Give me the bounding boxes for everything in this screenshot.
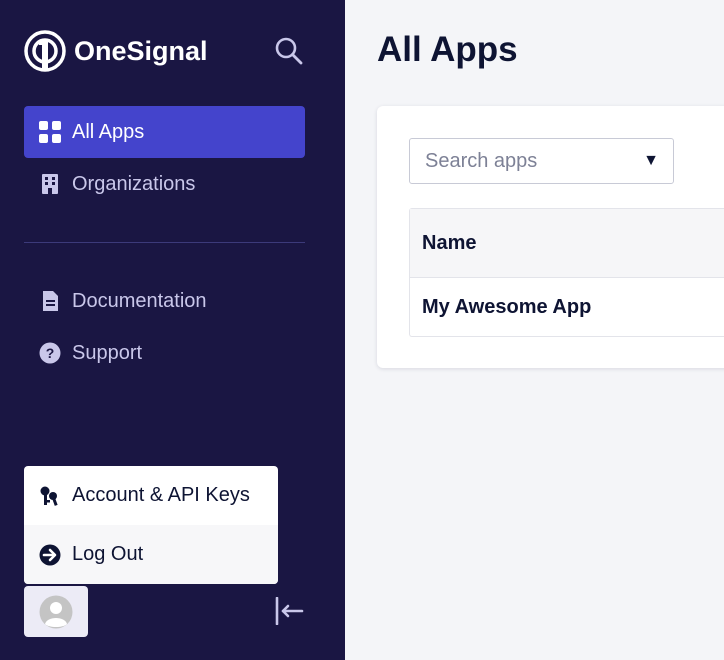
caret-down-icon: ▼ (643, 152, 659, 169)
sidebar-item-organizations[interactable]: Organizations (24, 158, 305, 210)
brand-name: OneSignal (74, 35, 208, 66)
collapse-icon (275, 596, 304, 626)
sidebar-divider (24, 242, 305, 243)
apps-card: ▼ Name My Awesome App (377, 106, 724, 368)
search-apps-input[interactable] (423, 148, 637, 174)
sidebar-item-support[interactable]: ? Support (24, 327, 305, 379)
document-icon (39, 290, 61, 312)
menu-item-label: Log Out (72, 543, 144, 565)
avatar-icon (39, 595, 73, 628)
building-icon (39, 173, 61, 195)
svg-text:?: ? (46, 345, 55, 361)
sidebar-item-label: Support (72, 341, 143, 364)
brand-logo[interactable]: OneSignal (24, 30, 208, 72)
app-name-cell[interactable]: My Awesome App (422, 296, 591, 319)
collapse-sidebar-button[interactable] (274, 596, 304, 626)
sidebar-item-label: Documentation (72, 289, 207, 312)
table-row[interactable]: My Awesome App (410, 278, 724, 336)
sidebar-item-label: Organizations (72, 172, 196, 195)
page-title: All Apps (377, 30, 518, 69)
sidebar-item-documentation[interactable]: Documentation (24, 275, 305, 327)
sidebar-item-all-apps[interactable]: All Apps (24, 106, 305, 158)
logout-icon (39, 544, 61, 566)
user-menu: Account & API Keys Log Out (24, 466, 278, 584)
table-header-name[interactable]: Name (410, 209, 724, 278)
sidebar: OneSignal All Apps Organizations Documen… (0, 0, 345, 660)
apps-table: Name My Awesome App (409, 208, 724, 337)
menu-item-label: Account & API Keys (72, 484, 250, 506)
search-button[interactable] (274, 36, 304, 66)
sidebar-item-label: All Apps (72, 120, 145, 143)
user-avatar-button[interactable] (24, 586, 88, 637)
menu-item-log-out[interactable]: Log Out (24, 525, 278, 584)
search-icon (275, 37, 303, 65)
menu-item-account-api-keys[interactable]: Account & API Keys (24, 466, 278, 525)
onesignal-logo-icon (24, 30, 66, 72)
search-apps-select[interactable]: ▼ (409, 138, 674, 184)
keys-icon (39, 485, 61, 507)
question-icon: ? (39, 342, 61, 364)
grid-icon (39, 121, 61, 143)
